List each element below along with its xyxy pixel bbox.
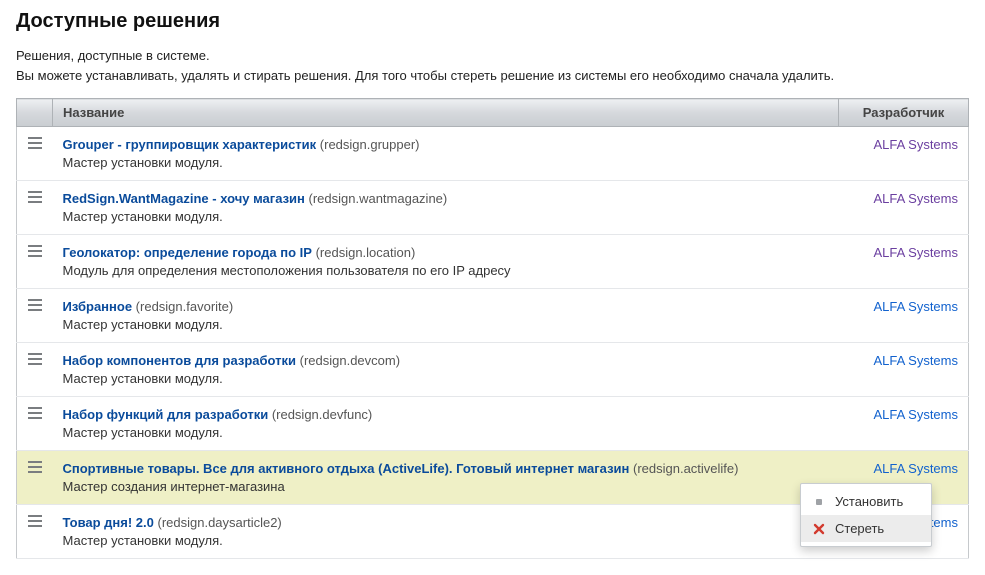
solution-name-link[interactable]: Grouper - группировщик характеристик: [63, 137, 317, 152]
solution-code: (redsign.activelife): [629, 461, 738, 476]
solution-desc: Мастер установки модуля.: [63, 209, 829, 224]
menu-erase[interactable]: Стереть: [801, 515, 931, 542]
solution-desc: Мастер установки модуля.: [63, 425, 829, 440]
row-menu-icon[interactable]: [28, 137, 42, 149]
table-row: Grouper - группировщик характеристик (re…: [17, 127, 969, 181]
solution-code: (redsign.wantmagazine): [305, 191, 447, 206]
solution-desc: Мастер установки модуля.: [63, 155, 829, 170]
table-row: Геолокатор: определение города по IP (re…: [17, 235, 969, 289]
solution-name-link[interactable]: Геолокатор: определение города по IP: [63, 245, 312, 260]
solution-desc: Мастер установки модуля.: [63, 371, 829, 386]
table-row: Набор функций для разработки (redsign.de…: [17, 397, 969, 451]
developer-link[interactable]: ALFA Systems: [873, 353, 958, 368]
solution-code: (redsign.grupper): [316, 137, 419, 152]
solution-code: (redsign.devfunc): [268, 407, 372, 422]
row-menu-icon[interactable]: [28, 461, 42, 473]
col-menu: [17, 99, 53, 127]
solution-name-link[interactable]: Набор функций для разработки: [63, 407, 269, 422]
developer-link[interactable]: ALFA Systems: [873, 191, 958, 206]
col-name: Название: [53, 99, 839, 127]
solution-code: (redsign.daysarticle2): [154, 515, 282, 530]
developer-link[interactable]: ALFA Systems: [873, 137, 958, 152]
intro-text: Решения, доступные в системе. Вы можете …: [16, 47, 969, 84]
solution-code: (redsign.devcom): [296, 353, 400, 368]
menu-erase-label: Стереть: [835, 521, 884, 536]
menu-install[interactable]: Установить: [801, 488, 931, 515]
row-menu-icon[interactable]: [28, 515, 42, 527]
row-menu-icon[interactable]: [28, 353, 42, 365]
solution-name-link[interactable]: Спортивные товары. Все для активного отд…: [63, 461, 630, 476]
intro-line-2: Вы можете устанавливать, удалять и стира…: [16, 67, 969, 85]
developer-link[interactable]: ALFA Systems: [873, 461, 958, 476]
table-row: Избранное (redsign.favorite) Мастер устан…: [17, 289, 969, 343]
solution-name-link[interactable]: Товар дня! 2.0: [63, 515, 154, 530]
row-menu-icon[interactable]: [28, 191, 42, 203]
solution-name-link[interactable]: RedSign.WantMagazine - хочу магазин: [63, 191, 305, 206]
developer-link[interactable]: ALFA Systems: [873, 245, 958, 260]
solution-name-link[interactable]: Избранное: [63, 299, 133, 314]
developer-link[interactable]: ALFA Systems: [873, 407, 958, 422]
solution-desc: Модуль для определения местоположения по…: [63, 263, 829, 278]
row-menu-icon[interactable]: [28, 407, 42, 419]
page-title: Доступные решения: [16, 10, 969, 33]
solution-name-link[interactable]: Набор компонентов для разработки: [63, 353, 297, 368]
row-menu-icon[interactable]: [28, 299, 42, 311]
solution-desc: Мастер установки модуля.: [63, 317, 829, 332]
solution-code: (redsign.favorite): [132, 299, 233, 314]
col-developer: Разработчик: [839, 99, 969, 127]
table-row: RedSign.WantMagazine - хочу магазин (red…: [17, 181, 969, 235]
solution-code: (redsign.location): [312, 245, 415, 260]
solution-desc: Мастер установки модуля.: [63, 533, 829, 548]
solution-desc: Мастер создания интернет-магазина: [63, 479, 829, 494]
developer-link[interactable]: ALFA Systems: [873, 299, 958, 314]
menu-install-label: Установить: [835, 494, 903, 509]
intro-line-1: Решения, доступные в системе.: [16, 47, 969, 65]
square-icon: [813, 496, 825, 508]
row-menu-icon[interactable]: [28, 245, 42, 257]
table-row: Набор компонентов для разработки (redsig…: [17, 343, 969, 397]
delete-icon: [813, 523, 825, 535]
context-menu: Установить Стереть: [800, 483, 932, 547]
